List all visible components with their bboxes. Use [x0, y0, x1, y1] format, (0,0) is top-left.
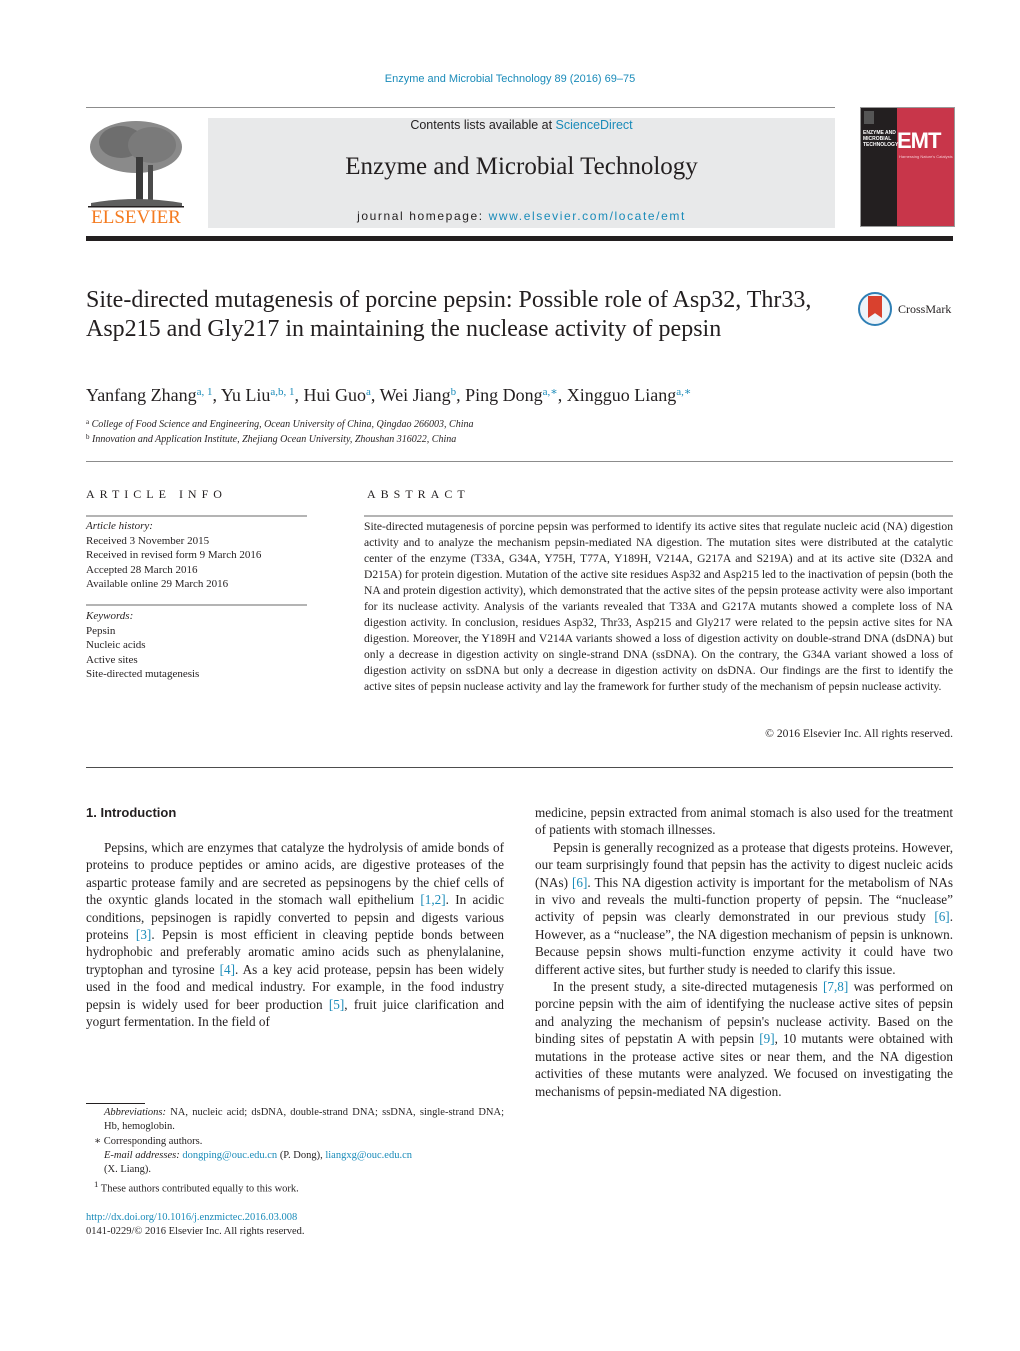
- header-thick-rule: [86, 236, 953, 241]
- email-link-liang[interactable]: liangxg@ouc.edu.cn: [325, 1150, 412, 1161]
- crossmark-label: CrossMark: [898, 302, 952, 316]
- keywords: Keywords: Pepsin Nucleic acids Active si…: [86, 609, 316, 682]
- history-accepted: Accepted 28 March 2016: [86, 563, 198, 576]
- citation-link[interactable]: [6]: [572, 875, 587, 890]
- citation-link[interactable]: [4]: [220, 962, 235, 977]
- email-link-dong[interactable]: dongping@ouc.edu.cn: [182, 1150, 277, 1161]
- body-column-right: medicine, pepsin extracted from animal s…: [535, 804, 953, 1100]
- body-column-left: Pepsins, which are enzymes that catalyze…: [86, 839, 504, 1030]
- cover-thumbnail: [864, 111, 874, 124]
- journal-cover-image[interactable]: ENZYME AND MICROBIAL TECHNOLOGY EMT Harn…: [860, 107, 955, 227]
- corresponding-text: Corresponding authors.: [101, 1135, 203, 1147]
- header-top-rule: [86, 107, 835, 108]
- keyword: Pepsin: [86, 624, 116, 637]
- author-name[interactable]: Ping Dong: [465, 385, 543, 405]
- article-title: Site-directed mutagenesis of porcine pep…: [86, 287, 812, 342]
- author-separator: ,: [294, 385, 304, 405]
- affiliation-text: Innovation and Application Institute, Zh…: [92, 434, 457, 445]
- author-name[interactable]: Xingguo Liang: [567, 385, 677, 405]
- abbrev-label: Abbreviations:: [104, 1107, 167, 1118]
- tree-icon: [88, 121, 184, 208]
- keywords-label: Keywords:: [86, 610, 134, 622]
- history-revised: Received in revised form 9 March 2016: [86, 549, 262, 561]
- author-name[interactable]: Yu Liu: [221, 385, 271, 405]
- contents-line: Contents lists available at ScienceDirec…: [208, 118, 835, 132]
- doi-block: http://dx.doi.org/10.1016/j.enzmictec.20…: [86, 1211, 504, 1240]
- abstract-text: Site-directed mutagenesis of porcine pep…: [364, 520, 953, 693]
- homepage-line: journal homepage: www.elsevier.com/locat…: [208, 209, 835, 223]
- cover-red-panel: [897, 108, 954, 226]
- cover-title: ENZYME AND MICROBIAL TECHNOLOGY: [863, 130, 899, 148]
- citation-link[interactable]: [6]: [934, 909, 949, 924]
- crossmark-button[interactable]: CrossMark: [857, 291, 957, 331]
- journal-citation[interactable]: Enzyme and Microbial Technology 89 (2016…: [0, 73, 1020, 85]
- journal-name: Enzyme and Microbial Technology: [345, 153, 698, 180]
- author-name[interactable]: Yanfang Zhang: [86, 385, 197, 405]
- contents-prefix: Contents lists available at: [410, 118, 556, 132]
- body-top-rule: [86, 767, 953, 768]
- section-heading-introduction: 1. Introduction: [86, 805, 177, 820]
- cover-abbrev: EMT: [897, 128, 941, 153]
- doi-link[interactable]: http://dx.doi.org/10.1016/j.enzmictec.20…: [86, 1211, 504, 1225]
- keyword: Nucleic acids: [86, 639, 146, 651]
- abstract-heading: ABSTRACT: [367, 487, 470, 501]
- body-paragraph: Pepsins, which are enzymes that catalyze…: [86, 839, 504, 1030]
- issn-line: 0141-0229/© 2016 Elsevier Inc. All right…: [86, 1226, 305, 1238]
- email-label: E-mail addresses:: [104, 1149, 180, 1161]
- body-paragraph: medicine, pepsin extracted from animal s…: [535, 804, 953, 839]
- author-separator: ,: [557, 385, 567, 405]
- footnote-abbreviations: Abbreviations: NA, nucleic acid; dsDNA, …: [86, 1106, 504, 1135]
- author-separator: ,: [370, 385, 380, 405]
- email-name-liang: (X. Liang).: [104, 1164, 151, 1176]
- footnote-equal: 1 These authors contributed equally to t…: [86, 1177, 504, 1197]
- cover-tagline: Harnessing Nature's Catalysts: [899, 154, 953, 159]
- abstract-copyright: © 2016 Elsevier Inc. All rights reserved…: [765, 727, 953, 740]
- affiliation-text: College of Food Science and Engineering,…: [91, 419, 474, 430]
- info-rule: [86, 515, 307, 517]
- author-affiliation-mark[interactable]: a,∗: [676, 386, 691, 398]
- elsevier-wordmark: ELSEVIER: [91, 207, 181, 228]
- affiliation-mark: a: [86, 418, 90, 426]
- keyword: Active sites: [86, 653, 138, 666]
- author-name[interactable]: Wei Jiang: [380, 385, 451, 405]
- footnotes: Abbreviations: NA, nucleic acid; dsDNA, …: [86, 1106, 504, 1197]
- equal-text: These authors contributed equally to thi…: [98, 1183, 299, 1195]
- affiliation-b: b Innovation and Application Institute, …: [86, 433, 456, 445]
- article-info-heading: ARTICLE INFO: [86, 487, 227, 501]
- email-name-dong: (P. Dong),: [277, 1149, 326, 1161]
- citation-link[interactable]: [5]: [329, 997, 344, 1012]
- author-affiliation-mark[interactable]: a,b, 1: [270, 386, 294, 398]
- footnote-corresponding: ∗ Corresponding authors.: [86, 1135, 504, 1149]
- citation-link[interactable]: [3]: [136, 927, 151, 942]
- citation-link[interactable]: [1,2]: [420, 892, 445, 907]
- info-rule: [86, 604, 307, 606]
- author-list: Yanfang Zhanga, 1, Yu Liua,b, 1, Hui Guo…: [86, 385, 946, 406]
- author-affiliation-mark[interactable]: a,∗: [543, 386, 558, 398]
- history-received: Received 3 November 2015: [86, 534, 210, 547]
- keyword: Site-directed mutagenesis: [86, 668, 200, 680]
- footnote-rule: [86, 1103, 145, 1104]
- history-online: Available online 29 March 2016: [86, 578, 229, 590]
- paragraph-text: medicine, pepsin extracted from animal s…: [535, 805, 953, 838]
- homepage-link[interactable]: www.elsevier.com/locate/emt: [489, 209, 686, 223]
- author-separator: ,: [212, 385, 221, 405]
- affiliation-mark: b: [86, 433, 90, 441]
- homepage-prefix: journal homepage:: [357, 209, 489, 223]
- author-name[interactable]: Hui Guo: [304, 385, 367, 405]
- citation-link[interactable]: [9]: [759, 1031, 774, 1046]
- sciencedirect-link[interactable]: ScienceDirect: [556, 118, 633, 132]
- author-affiliation-mark[interactable]: a, 1: [197, 386, 213, 398]
- paragraph-text: . This NA digestion activity is importan…: [535, 874, 954, 925]
- title-bottom-rule: [86, 461, 953, 462]
- affiliation-a: a College of Food Science and Engineerin…: [86, 418, 474, 430]
- author-separator: ,: [456, 385, 466, 405]
- paragraph-text: In the present study, a site-directed mu…: [553, 979, 823, 995]
- abstract-rule: [364, 515, 953, 517]
- body-paragraph: In the present study, a site-directed mu…: [535, 978, 953, 1100]
- history-label: Article history:: [86, 520, 153, 532]
- body-paragraph: Pepsin is generally recognized as a prot…: [535, 839, 953, 978]
- footnote-emails: E-mail addresses: dongping@ouc.edu.cn (P…: [86, 1149, 504, 1178]
- article-history: Article history: Received 3 November 201…: [86, 519, 316, 592]
- citation-link[interactable]: [7,8]: [823, 979, 848, 994]
